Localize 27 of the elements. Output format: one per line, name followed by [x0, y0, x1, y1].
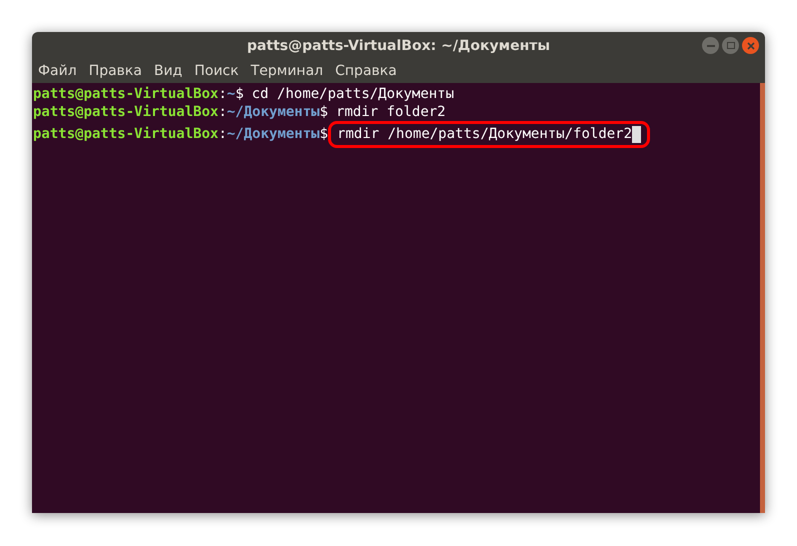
- menu-item[interactable]: Файл: [38, 61, 77, 82]
- menu-item[interactable]: Поиск: [194, 61, 239, 82]
- maximize-button[interactable]: [722, 37, 739, 54]
- prompt-text: $: [320, 124, 328, 144]
- path-text: ~/Документы: [226, 102, 320, 122]
- user-host-text: patts@patts-VirtualBox: [33, 84, 218, 104]
- menu-item[interactable]: Вид: [154, 61, 182, 82]
- user-host-text: patts@patts-VirtualBox: [33, 102, 218, 122]
- window-title: patts@patts-VirtualBox: ~/Документы: [246, 36, 550, 56]
- separator-text: :: [218, 124, 227, 144]
- menu-item[interactable]: Терминал: [250, 61, 324, 82]
- prompt-text: $: [235, 84, 244, 104]
- minimize-button[interactable]: [702, 37, 719, 54]
- command-text: rmdir /home/patts/Документы/folder2: [337, 124, 632, 144]
- menu-item[interactable]: Справка: [335, 61, 397, 82]
- path-text: ~: [226, 84, 236, 104]
- separator-text: :: [218, 84, 227, 104]
- menu-item[interactable]: Правка: [88, 61, 142, 82]
- scrollbar[interactable]: [760, 83, 765, 513]
- separator-text: :: [218, 102, 227, 122]
- command-text: rmdir folder2: [336, 102, 446, 122]
- close-button[interactable]: [742, 37, 759, 54]
- command-text: cd /home/patts/Документы: [252, 84, 454, 104]
- user-host-text: patts@patts-VirtualBox: [33, 124, 218, 144]
- prompt-text: $: [320, 102, 328, 122]
- path-text: ~/Документы: [226, 124, 320, 144]
- close-icon: [746, 42, 754, 50]
